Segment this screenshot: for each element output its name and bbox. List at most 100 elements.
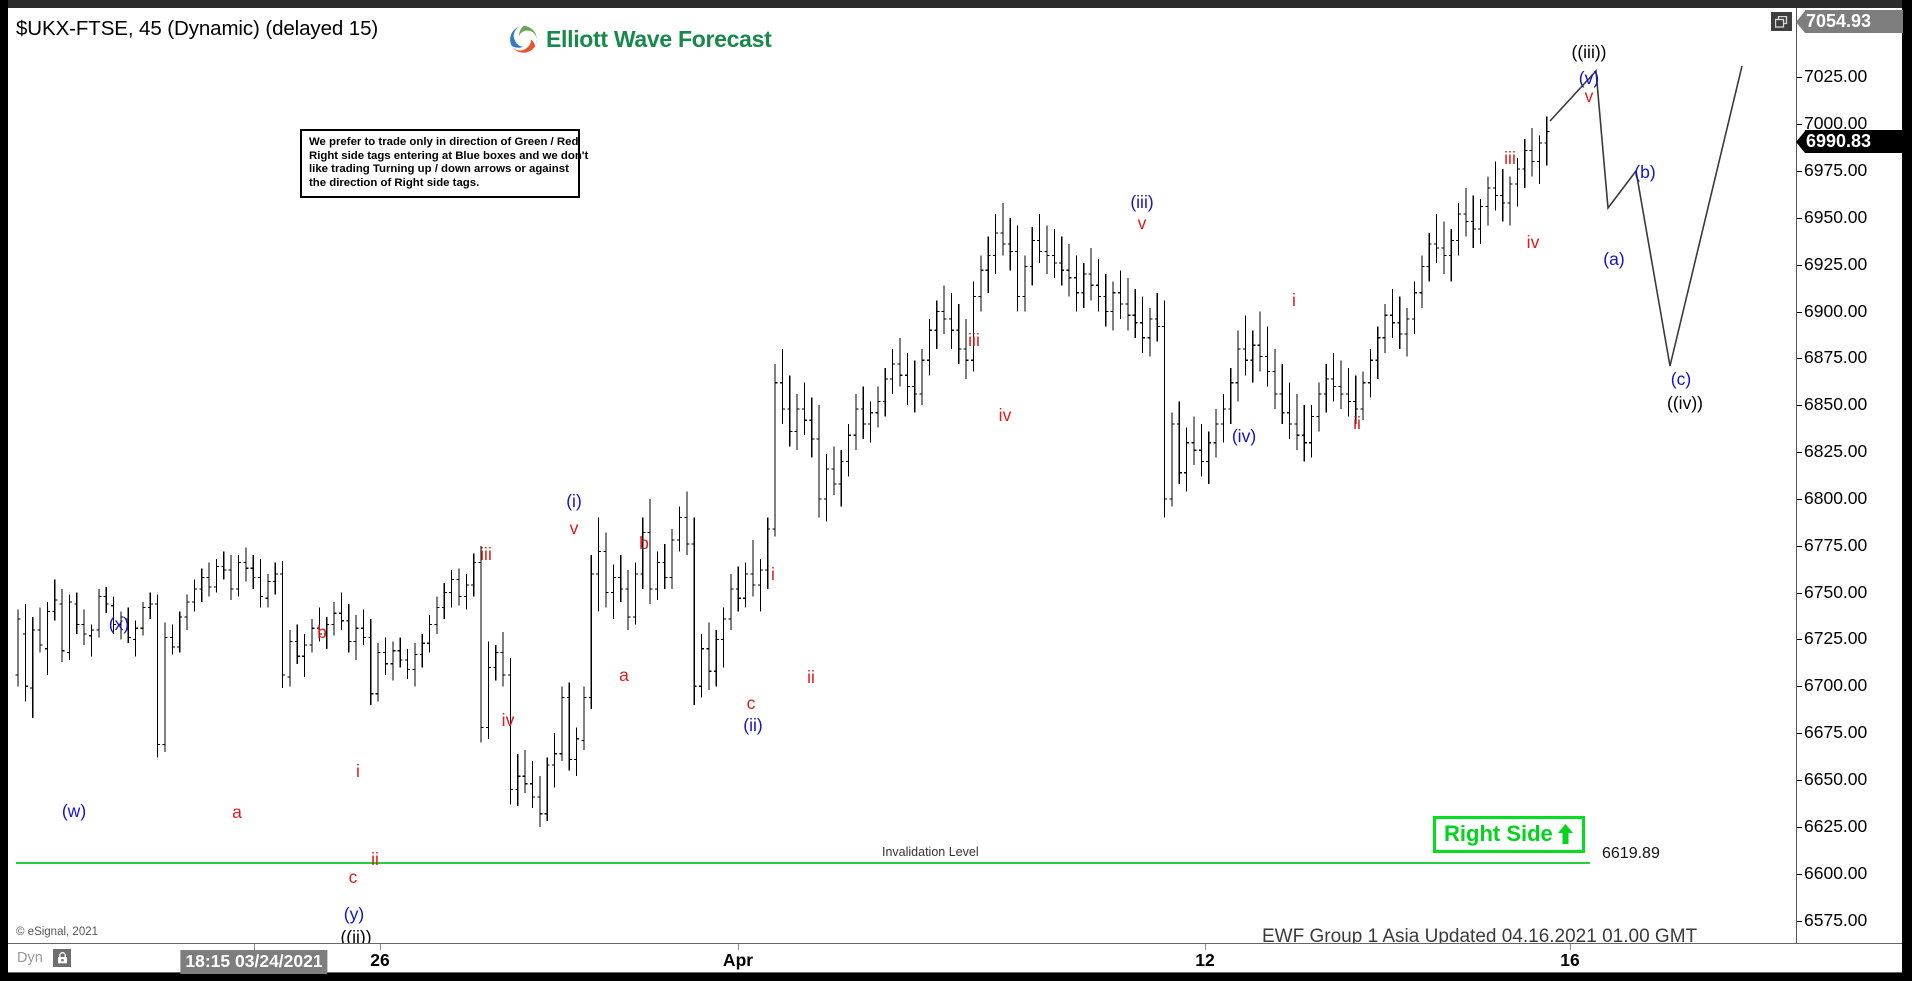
window-frame-left <box>0 0 8 981</box>
price-tick-mark <box>1797 217 1802 219</box>
wave-label-i: i <box>356 761 360 781</box>
session-high-price-marker: 7054.93 <box>1796 10 1903 33</box>
right-side-label: Right Side <box>1444 821 1553 846</box>
wave-label-a: (a) <box>1603 249 1625 269</box>
wave-label-c: (c) <box>1670 369 1692 389</box>
price-tick-mark <box>1797 779 1802 781</box>
price-tick-label: 6725.00 <box>1804 628 1868 649</box>
wave-label-i: i <box>1292 290 1296 310</box>
wave-label-c: c <box>746 693 756 713</box>
note-line: like trading Turning up / down arrows or… <box>309 163 569 176</box>
invalidation-level-label: Invalidation Level <box>882 845 979 859</box>
price-tick-mark <box>1797 826 1802 828</box>
page-title: $UKX-FTSE, 45 (Dynamic) (delayed 15) <box>16 17 379 40</box>
price-tick-label: 6850.00 <box>1804 394 1868 415</box>
wave-label-iii: ((iii)) <box>1571 42 1607 62</box>
price-axis[interactable]: 7025.00 7000.00 6975.00 6950.00 6925.00 6900.… <box>1796 8 1903 943</box>
wave-label-b: b <box>639 533 649 553</box>
esignal-copyright: © eSignal, 2021 <box>16 926 99 938</box>
price-tick-mark <box>1797 77 1802 79</box>
note-line: the direction of Right side tags. <box>309 176 480 189</box>
window-titlebar <box>0 0 1912 8</box>
time-axis[interactable]: Dyn 18:15 03/24/2021 26 Apr 12 16 <box>8 943 1902 974</box>
wave-label-x: (x) <box>108 614 130 634</box>
trading-note-box: We prefer to trade only in direction of … <box>300 129 589 199</box>
price-tick-mark <box>1797 639 1802 641</box>
price-tick-mark <box>1797 920 1802 922</box>
price-tick-label: 6625.00 <box>1804 815 1868 836</box>
price-tick-mark <box>1797 592 1802 594</box>
wave-label-a: a <box>619 665 629 685</box>
chart-plot-area[interactable]: $UKX-FTSE, 45 (Dynamic) (delayed 15) Ell… <box>8 8 1796 943</box>
dynamic-mode-label: Dyn <box>17 950 43 966</box>
price-tick-label: 6800.00 <box>1804 487 1868 508</box>
wave-label-ii: ((ii)) <box>340 927 372 943</box>
wave-label-i: i <box>771 564 775 584</box>
wave-label-v: v <box>1584 86 1594 106</box>
wave-label-ii: ii <box>1353 413 1361 433</box>
price-tick-label: 6600.00 <box>1804 862 1868 883</box>
wave-label-ii: ii <box>807 667 815 687</box>
window-restore-icon[interactable] <box>1771 12 1792 31</box>
price-tick-mark <box>1797 311 1802 313</box>
wave-label-b: (b) <box>1634 162 1656 182</box>
price-tick-mark <box>1797 358 1802 360</box>
time-tick-label: 18:15 03/24/2021 <box>180 950 328 974</box>
note-line: Right side tags entering at Blue boxes a… <box>309 149 589 162</box>
price-tick-mark <box>1797 264 1802 266</box>
price-tick-label: 6750.00 <box>1804 581 1868 602</box>
ewf-update-footer: EWF Group 1 Asia Updated 04.16.2021 01.0… <box>1262 926 1698 943</box>
right-side-badge[interactable]: Right Side <box>1433 816 1585 853</box>
brand-logo-block: Elliott Wave Forecast <box>509 25 772 54</box>
invalidation-level-price: 6619.89 <box>1602 845 1660 862</box>
wave-label-iv: iv <box>1526 232 1540 252</box>
price-tick-mark <box>1797 498 1802 500</box>
session-high-price-marker-value: 7054.93 <box>1805 10 1903 33</box>
price-tick-label: 6875.00 <box>1804 347 1868 368</box>
time-tick-label: 26 <box>370 950 390 970</box>
wave-label-c: c <box>348 867 358 887</box>
price-tick-label: 6675.00 <box>1804 722 1868 743</box>
time-tick-label: 12 <box>1195 950 1215 970</box>
wave-label-v: v <box>1137 213 1147 233</box>
time-tick-label: Apr <box>722 950 754 970</box>
wave-label-y: (y) <box>343 904 365 924</box>
current-price-marker: 6990.83 <box>1796 130 1903 154</box>
price-marker-arrow-icon <box>1796 130 1805 153</box>
note-line: We prefer to trade only in direction of … <box>309 136 579 148</box>
price-tick-label: 7025.00 <box>1804 66 1868 87</box>
price-tick-mark <box>1797 452 1802 454</box>
arrow-up-icon <box>1557 824 1573 844</box>
wave-label-iii: iii <box>968 330 980 350</box>
price-tick-mark <box>1797 873 1802 875</box>
price-tick-label: 6950.00 <box>1804 206 1868 227</box>
price-tick-mark <box>1797 124 1802 126</box>
price-tick-label: 6825.00 <box>1804 441 1868 462</box>
wave-label-ii: (ii) <box>743 715 763 735</box>
wave-label-iii: iii <box>480 544 492 564</box>
current-price-marker-value: 6990.83 <box>1805 130 1903 154</box>
wave-label-iv: iv <box>501 710 515 730</box>
price-tick-label: 6650.00 <box>1804 768 1868 789</box>
price-tick-mark <box>1797 686 1802 688</box>
wave-label-v: v <box>569 518 579 538</box>
wave-label-i: (i) <box>566 491 582 511</box>
wave-label-iv: ((iv)) <box>1667 393 1703 413</box>
price-marker-arrow-icon <box>1796 10 1805 33</box>
wave-label-iv: (iv) <box>1231 426 1257 446</box>
wave-label-v: (v) <box>1578 68 1600 88</box>
wave-label-b: b <box>317 622 327 642</box>
price-tick-mark <box>1797 733 1802 735</box>
invalidation-level-line <box>16 862 1590 864</box>
price-tick-label: 6975.00 <box>1804 160 1868 181</box>
lock-icon[interactable] <box>53 949 71 967</box>
price-tick-mark <box>1797 545 1802 547</box>
price-tick-label: 6700.00 <box>1804 675 1868 696</box>
wave-label-ii: ii <box>371 849 379 869</box>
wave-label-a: a <box>232 802 242 822</box>
price-tick-mark <box>1797 405 1802 407</box>
chart-application-window: $UKX-FTSE, 45 (Dynamic) (delayed 15) Ell… <box>0 0 1912 981</box>
window-frame-bottom <box>0 973 1912 981</box>
price-tick-label: 6925.00 <box>1804 253 1868 274</box>
time-tick-label: 16 <box>1560 950 1580 970</box>
